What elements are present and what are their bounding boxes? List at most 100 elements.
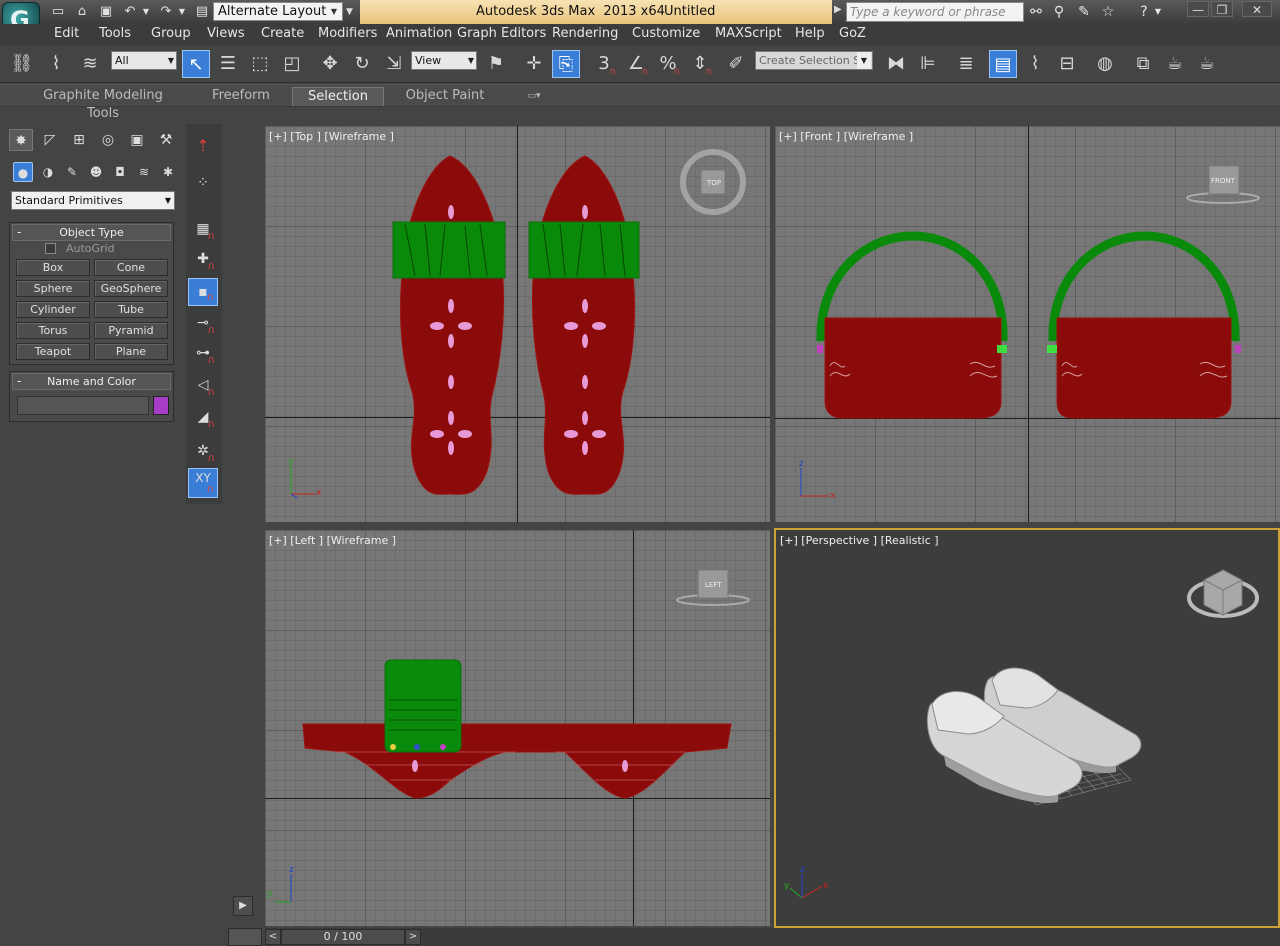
space-warps-category-icon[interactable]: ≋ [134, 162, 154, 182]
select-and-manipulate-icon[interactable]: ✛ [520, 50, 548, 78]
geosphere-button[interactable]: GeoSphere [94, 280, 168, 297]
select-and-move-icon[interactable]: ✥ [316, 50, 344, 78]
modify-panel-tab-icon[interactable]: ◸ [38, 129, 62, 151]
vertex-snap-icon[interactable]: ▪ ∩ [188, 278, 218, 306]
hierarchy-panel-tab-icon[interactable]: ⊞ [67, 129, 91, 151]
align-icon[interactable]: ⊫ [914, 50, 942, 78]
menu-rendering[interactable]: Rendering [552, 26, 618, 41]
help-icon[interactable]: ? [1135, 3, 1153, 21]
ribbon-options-dropdown-icon[interactable]: ▭▾ [520, 87, 548, 106]
minimize-window-button[interactable]: — [1187, 1, 1209, 17]
spinner-snap-toggle-icon[interactable]: ⇕ ∩ [686, 50, 714, 78]
use-pivot-center-icon[interactable]: ⚑ [482, 50, 510, 78]
pyramid-button[interactable]: Pyramid [94, 322, 168, 339]
menu-goz[interactable]: GoZ [839, 26, 866, 41]
snap-override-icon[interactable]: ⇡ [188, 133, 218, 165]
edit-named-selection-sets-icon[interactable]: ✐ [722, 50, 750, 78]
perspective-viewport-label[interactable]: [+] [Perspective ] [Realistic ] [780, 534, 939, 547]
curve-editor-icon[interactable]: ⌇ [1021, 50, 1049, 78]
graphite-modeling-tools-toggle-icon[interactable]: ▤ [989, 50, 1017, 78]
shapes-category-icon[interactable]: ◑ [38, 162, 58, 182]
infocenter-expand-icon[interactable]: ▶ [834, 4, 842, 15]
helpers-category-icon[interactable]: ◘ [110, 162, 130, 182]
selection-filter-select[interactable]: All ▼ [111, 51, 177, 70]
open-file-icon[interactable]: ⌂ [72, 3, 92, 21]
tab-graphite-modeling-tools[interactable]: Graphite Modeling Tools [26, 87, 180, 121]
menu-customize[interactable]: Customize [632, 26, 700, 41]
angle-snap-toggle-icon[interactable]: ∠ ∩ [622, 50, 650, 78]
undo-dropdown-icon[interactable]: ▼ [140, 3, 152, 21]
subscription-key-icon[interactable]: ⚲ [1050, 3, 1068, 21]
percent-snap-toggle-icon[interactable]: % ∩ [654, 50, 682, 78]
render-setup-icon[interactable]: ⧉ [1129, 50, 1157, 78]
material-editor-icon[interactable]: ◍ [1091, 50, 1119, 78]
menu-create[interactable]: Create [261, 26, 304, 41]
save-file-icon[interactable]: ▣ [96, 3, 116, 21]
mirror-icon[interactable]: ⧓ [882, 50, 910, 78]
motion-panel-tab-icon[interactable]: ◎ [96, 129, 120, 151]
cameras-category-icon[interactable]: ☻ [86, 162, 106, 182]
systems-category-icon[interactable]: ✱ [158, 162, 178, 182]
menu-group[interactable]: Group [151, 26, 191, 41]
communication-center-icon[interactable]: ✎ [1075, 3, 1093, 21]
redo-dropdown-icon[interactable]: ▼ [176, 3, 188, 21]
name-and-color-rollout-header[interactable]: - Name and Color [12, 373, 171, 390]
expand-panel-arrow-icon[interactable]: ▶ [233, 896, 253, 916]
select-and-link-icon[interactable]: ⛓ [8, 50, 36, 78]
project-folder-icon[interactable]: ▤ [192, 3, 212, 21]
box-button[interactable]: Box [16, 259, 90, 276]
cylinder-button[interactable]: Cylinder [16, 301, 90, 318]
utilities-panel-tab-icon[interactable]: ⚒ [154, 129, 178, 151]
object-name-field[interactable] [17, 396, 149, 415]
restore-window-button[interactable]: ❐ [1211, 1, 1233, 17]
window-crossing-icon[interactable]: ◰ [278, 50, 306, 78]
viewport-left[interactable]: LEFT z y [+] [Left ] [Wireframe ] [265, 530, 770, 926]
tube-button[interactable]: Tube [94, 301, 168, 318]
schematic-view-icon[interactable]: ⊟ [1053, 50, 1081, 78]
layer-manager-icon[interactable]: ≣ [952, 50, 980, 78]
tab-object-paint[interactable]: Object Paint [402, 87, 488, 106]
undo-icon[interactable]: ↶ [120, 3, 140, 21]
viewport-layout-tab-icon[interactable] [228, 928, 262, 946]
reference-coordinate-select[interactable]: View ▼ [411, 51, 477, 70]
torus-button[interactable]: Torus [16, 322, 90, 339]
viewport-top[interactable]: TOP y x [+] [Top ] [Wireframe ] [265, 126, 770, 522]
binoculars-icon[interactable]: ⚯ [1027, 3, 1045, 21]
tab-selection[interactable]: Selection [292, 87, 384, 106]
help-dropdown-icon[interactable]: ▼ [1153, 3, 1163, 21]
rectangular-selection-region-icon[interactable]: ⬚ [246, 50, 274, 78]
menu-tools[interactable]: Tools [99, 26, 131, 41]
rendered-frame-window-icon[interactable]: ☕ [1161, 50, 1189, 78]
next-frame-arrow-icon[interactable]: > [405, 929, 421, 945]
xy-axis-constraint-icon[interactable]: XY ∩ [188, 468, 218, 498]
close-window-button[interactable]: ✕ [1242, 1, 1272, 17]
new-file-icon[interactable]: ▭ [48, 3, 68, 21]
menu-modifiers[interactable]: Modifiers [318, 26, 377, 41]
object-type-rollout-header[interactable]: - Object Type [12, 224, 171, 241]
teapot-button[interactable]: Teapot [16, 343, 90, 360]
unlink-selection-icon[interactable]: ⌇ [42, 50, 70, 78]
time-slider-thumb[interactable]: 0 / 100 [281, 929, 405, 945]
menu-help[interactable]: Help [795, 26, 825, 41]
select-and-rotate-icon[interactable]: ↻ [348, 50, 376, 78]
endpoint-snap-icon[interactable]: ⊸ ∩ [188, 310, 218, 338]
top-viewcube[interactable]: TOP [680, 149, 746, 215]
front-viewport-label[interactable]: [+] [Front ] [Wireframe ] [779, 130, 913, 143]
named-selection-sets-select[interactable]: Create Selection Se ▼ [755, 51, 873, 70]
geometry-category-icon[interactable]: ● [13, 162, 33, 182]
create-panel-tab-icon[interactable]: ✸ [9, 129, 33, 151]
quick-access-customize-icon[interactable]: ▼ [346, 3, 358, 21]
geometry-type-select[interactable]: Standard Primitives ▼ [11, 191, 175, 210]
menu-maxscript[interactable]: MAXScript [715, 26, 782, 41]
left-viewcube[interactable]: LEFT [676, 569, 750, 606]
select-by-name-icon[interactable]: ☰ [214, 50, 242, 78]
menu-edit[interactable]: Edit [54, 26, 79, 41]
pivot-snap-icon[interactable]: ✚ ∩ [188, 246, 218, 274]
face-snap-icon[interactable]: ◢ ∩ [188, 404, 218, 432]
top-viewport-label[interactable]: [+] [Top ] [Wireframe ] [269, 130, 394, 143]
front-viewcube[interactable]: FRONT [1186, 165, 1260, 204]
autogrid-checkbox[interactable] [45, 243, 56, 254]
midpoint-snap-icon[interactable]: ⊶ ∩ [188, 340, 218, 368]
viewport-perspective[interactable]: z x y [+] [Perspective ] [Realistic ] [774, 528, 1280, 928]
menu-animation[interactable]: Animation [386, 26, 452, 41]
